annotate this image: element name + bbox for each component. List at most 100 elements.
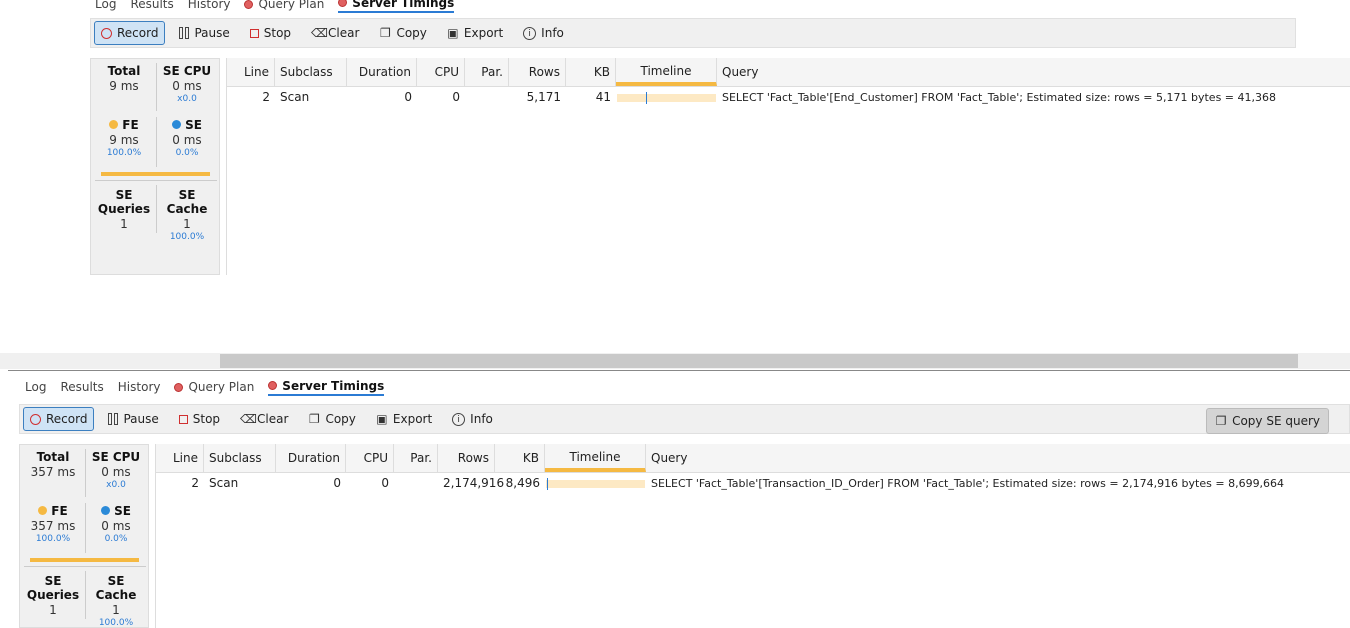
se-queries-value: 1 <box>120 217 128 231</box>
toolbar: Record Pause Stop ⌫ Clear ❐ Copy ▣ Export i… <box>19 404 1350 434</box>
fe-stat: FE 357 ms 100.0% <box>24 504 82 544</box>
copy-label: Copy <box>325 412 356 426</box>
cell-rows: 2,174,916 <box>443 476 505 490</box>
divider <box>85 449 86 497</box>
col-timeline[interactable]: Timeline <box>545 444 646 472</box>
clear-button[interactable]: ⌫ Clear <box>234 407 294 431</box>
stop-icon <box>178 414 188 424</box>
col-par[interactable]: Par. <box>394 444 438 472</box>
record-label: Record <box>117 26 159 40</box>
col-rows[interactable]: Rows <box>438 444 495 472</box>
se-cache-label: SE Cache <box>166 188 208 216</box>
tab-history[interactable]: History <box>188 0 231 11</box>
col-line[interactable]: Line <box>227 58 275 86</box>
total-label: Total <box>107 64 141 78</box>
status-dot-icon <box>268 381 278 390</box>
copy-icon: ❐ <box>380 26 391 40</box>
col-timeline[interactable]: Timeline <box>616 58 717 86</box>
col-rows[interactable]: Rows <box>509 58 566 86</box>
fe-pct: 100.0% <box>106 148 142 158</box>
timeline-bar <box>617 94 716 102</box>
se-queries-value: 1 <box>49 603 57 617</box>
col-cpu[interactable]: CPU <box>346 444 394 472</box>
save-icon: ▣ <box>376 412 388 426</box>
total-value: 357 ms <box>30 465 76 479</box>
tab-server-timings[interactable]: Server Timings <box>338 0 455 13</box>
info-label: Info <box>470 412 493 426</box>
tab-server-timings[interactable]: Server Timings <box>268 379 385 396</box>
se-value: 0 ms <box>101 519 131 533</box>
copy-se-query-button[interactable]: ❐ Copy SE query <box>1206 408 1329 434</box>
export-button[interactable]: ▣ Export <box>441 21 509 45</box>
clear-button[interactable]: ⌫ Clear <box>305 21 365 45</box>
divider <box>156 185 157 233</box>
se-cache-label: SE Cache <box>95 574 137 602</box>
col-query[interactable]: Query <box>646 444 1350 472</box>
fe-se-ratio-bar <box>101 172 210 176</box>
scrollbar-thumb[interactable] <box>220 354 1298 368</box>
record-button[interactable]: Record <box>94 21 166 45</box>
cell-duration: 0 <box>404 90 412 104</box>
tab-results[interactable]: Results <box>130 0 173 11</box>
grid-header: Line Subclass Duration CPU Par. Rows KB … <box>227 58 1350 87</box>
tab-log[interactable]: Log <box>95 0 116 11</box>
pause-button[interactable]: Pause <box>102 407 164 431</box>
se-cache-pct: 100.0% <box>169 232 205 242</box>
info-button[interactable]: i Info <box>446 407 499 431</box>
record-button[interactable]: Record <box>23 407 95 431</box>
cell-kb: 8,496 <box>505 476 540 490</box>
se-value: 0 ms <box>172 133 202 147</box>
col-line[interactable]: Line <box>156 444 204 472</box>
se-stat: SE 0 ms 0.0% <box>87 504 145 544</box>
stats-panel: Total 9 ms SE CPU 0 ms x0.0 FE 9 ms 100.… <box>90 58 220 275</box>
eraser-icon: ⌫ <box>240 412 258 426</box>
col-duration[interactable]: Duration <box>347 58 417 86</box>
col-par[interactable]: Par. <box>465 58 509 86</box>
tab-query-plan[interactable]: Query Plan <box>244 0 324 11</box>
se-queries-stat: SE Queries 1 <box>91 188 157 231</box>
divider <box>156 117 157 167</box>
col-kb[interactable]: KB <box>495 444 545 472</box>
timeline-bar <box>546 480 645 488</box>
se-cache-stat: SE Cache 1 100.0% <box>158 188 216 242</box>
col-subclass[interactable]: Subclass <box>204 444 276 472</box>
copy-icon: ❐ <box>309 412 320 426</box>
se-queries-label: SE Queries <box>26 574 80 602</box>
cell-query: SELECT 'Fact_Table'[Transaction_ID_Order… <box>651 477 1285 490</box>
tab-bar: Log Results History Query Plan Server Ti… <box>25 377 385 397</box>
se-queries-stat: SE Queries 1 <box>20 574 86 617</box>
save-icon: ▣ <box>447 26 459 40</box>
stop-button[interactable]: Stop <box>244 21 297 45</box>
tab-history[interactable]: History <box>118 380 161 394</box>
fe-dot-icon <box>109 120 119 129</box>
timeline-marker <box>547 478 548 490</box>
stop-icon <box>249 28 259 38</box>
export-button[interactable]: ▣ Export <box>370 407 438 431</box>
col-duration[interactable]: Duration <box>276 444 346 472</box>
info-icon: i <box>523 26 537 40</box>
copy-button[interactable]: ❐ Copy <box>373 21 432 45</box>
se-dot-icon <box>101 506 111 515</box>
col-subclass[interactable]: Subclass <box>275 58 347 86</box>
col-query[interactable]: Query <box>717 58 1350 86</box>
stop-button[interactable]: Stop <box>173 407 226 431</box>
tab-log[interactable]: Log <box>25 380 46 394</box>
pause-button[interactable]: Pause <box>173 21 235 45</box>
se-label: SE <box>185 118 202 132</box>
cell-subclass: Scan <box>209 476 239 490</box>
toolbar: Record Pause Stop ⌫ Clear ❐ Copy ▣ Export i… <box>90 18 1296 48</box>
se-cpu-stat: SE CPU 0 ms x0.0 <box>87 450 145 490</box>
info-button[interactable]: i Info <box>517 21 570 45</box>
tab-results[interactable]: Results <box>60 380 103 394</box>
cell-line: 2 <box>191 476 199 490</box>
col-cpu[interactable]: CPU <box>417 58 465 86</box>
divider <box>95 180 217 181</box>
divider <box>156 63 157 111</box>
se-cache-stat: SE Cache 1 100.0% <box>87 574 145 628</box>
se-cpu-label: SE CPU <box>91 450 141 464</box>
tab-query-plan[interactable]: Query Plan <box>174 380 254 394</box>
copy-button[interactable]: ❐ Copy <box>302 407 361 431</box>
col-kb[interactable]: KB <box>566 58 616 86</box>
total-stat: Total 9 ms <box>95 64 153 93</box>
pause-icon <box>179 27 190 39</box>
